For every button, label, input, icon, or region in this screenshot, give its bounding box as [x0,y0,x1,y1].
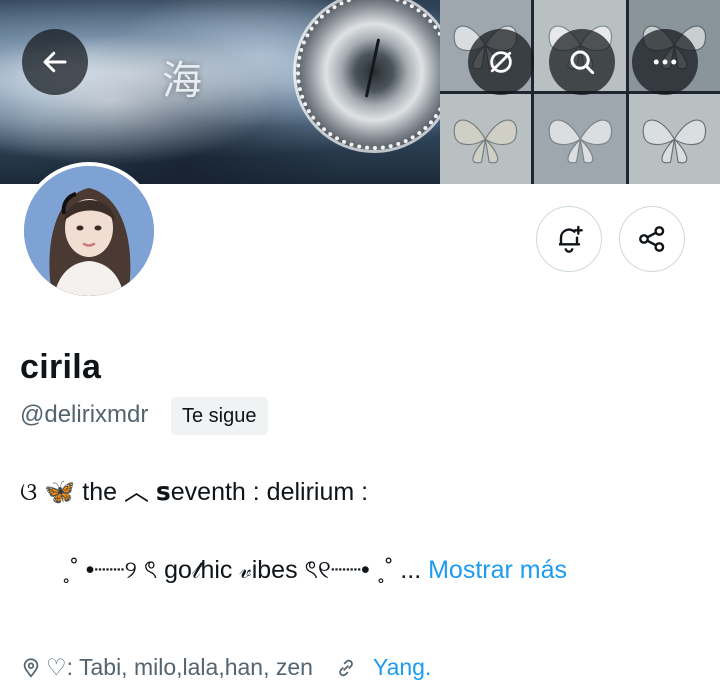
search-icon [570,50,595,75]
avatar-portrait [24,166,154,296]
profile-link[interactable]: Yang. [373,654,431,681]
share-icon [639,226,665,252]
profile-meta: ♡: Tabi, milo,lala,han, zen Yang. [20,654,431,681]
bio-line-2: ˳˚ •┈┈୨ ৎ go𝓉hic 𝓋ibes ৎ୧┈┈• ˳˚ ... Most… [62,550,567,593]
bio-line-2-text: ˳˚ •┈┈୨ ৎ go𝓉hic 𝓋ibes ৎ୧┈┈• ˳˚ ... [62,556,422,584]
follows-you-badge: Te sigue [171,397,268,435]
share-button[interactable] [619,206,685,272]
show-more-link[interactable]: Mostrar más [428,556,567,584]
grok-button[interactable] [468,29,534,95]
bio-line-1: ଓ 🦋 the ︿ 𝘀eventh : delirium : [20,478,369,506]
back-button[interactable] [22,29,88,95]
link-icon [339,659,353,676]
notify-button[interactable] [536,206,602,272]
location-pin-icon [23,657,39,678]
more-button[interactable] [632,29,698,95]
more-horizontal-icon [653,59,677,65]
avatar[interactable] [20,162,158,300]
search-button[interactable] [549,29,615,95]
butterfly-tile [534,93,626,184]
butterfly-tile [440,93,532,184]
profile-handle: @delirixmdr [20,401,149,428]
banner-eye-artwork [296,0,452,150]
grok-slash-circle-icon [490,51,512,73]
bell-plus-icon [559,225,583,253]
profile-display-name: cirila [20,348,102,386]
arrow-left-icon [43,51,67,73]
butterfly-tile [628,93,720,184]
profile-banner[interactable]: 海 [0,0,720,184]
location-text: ♡: Tabi, milo,lala,han, zen [46,654,313,680]
banner-kanji: 海 [162,58,202,104]
